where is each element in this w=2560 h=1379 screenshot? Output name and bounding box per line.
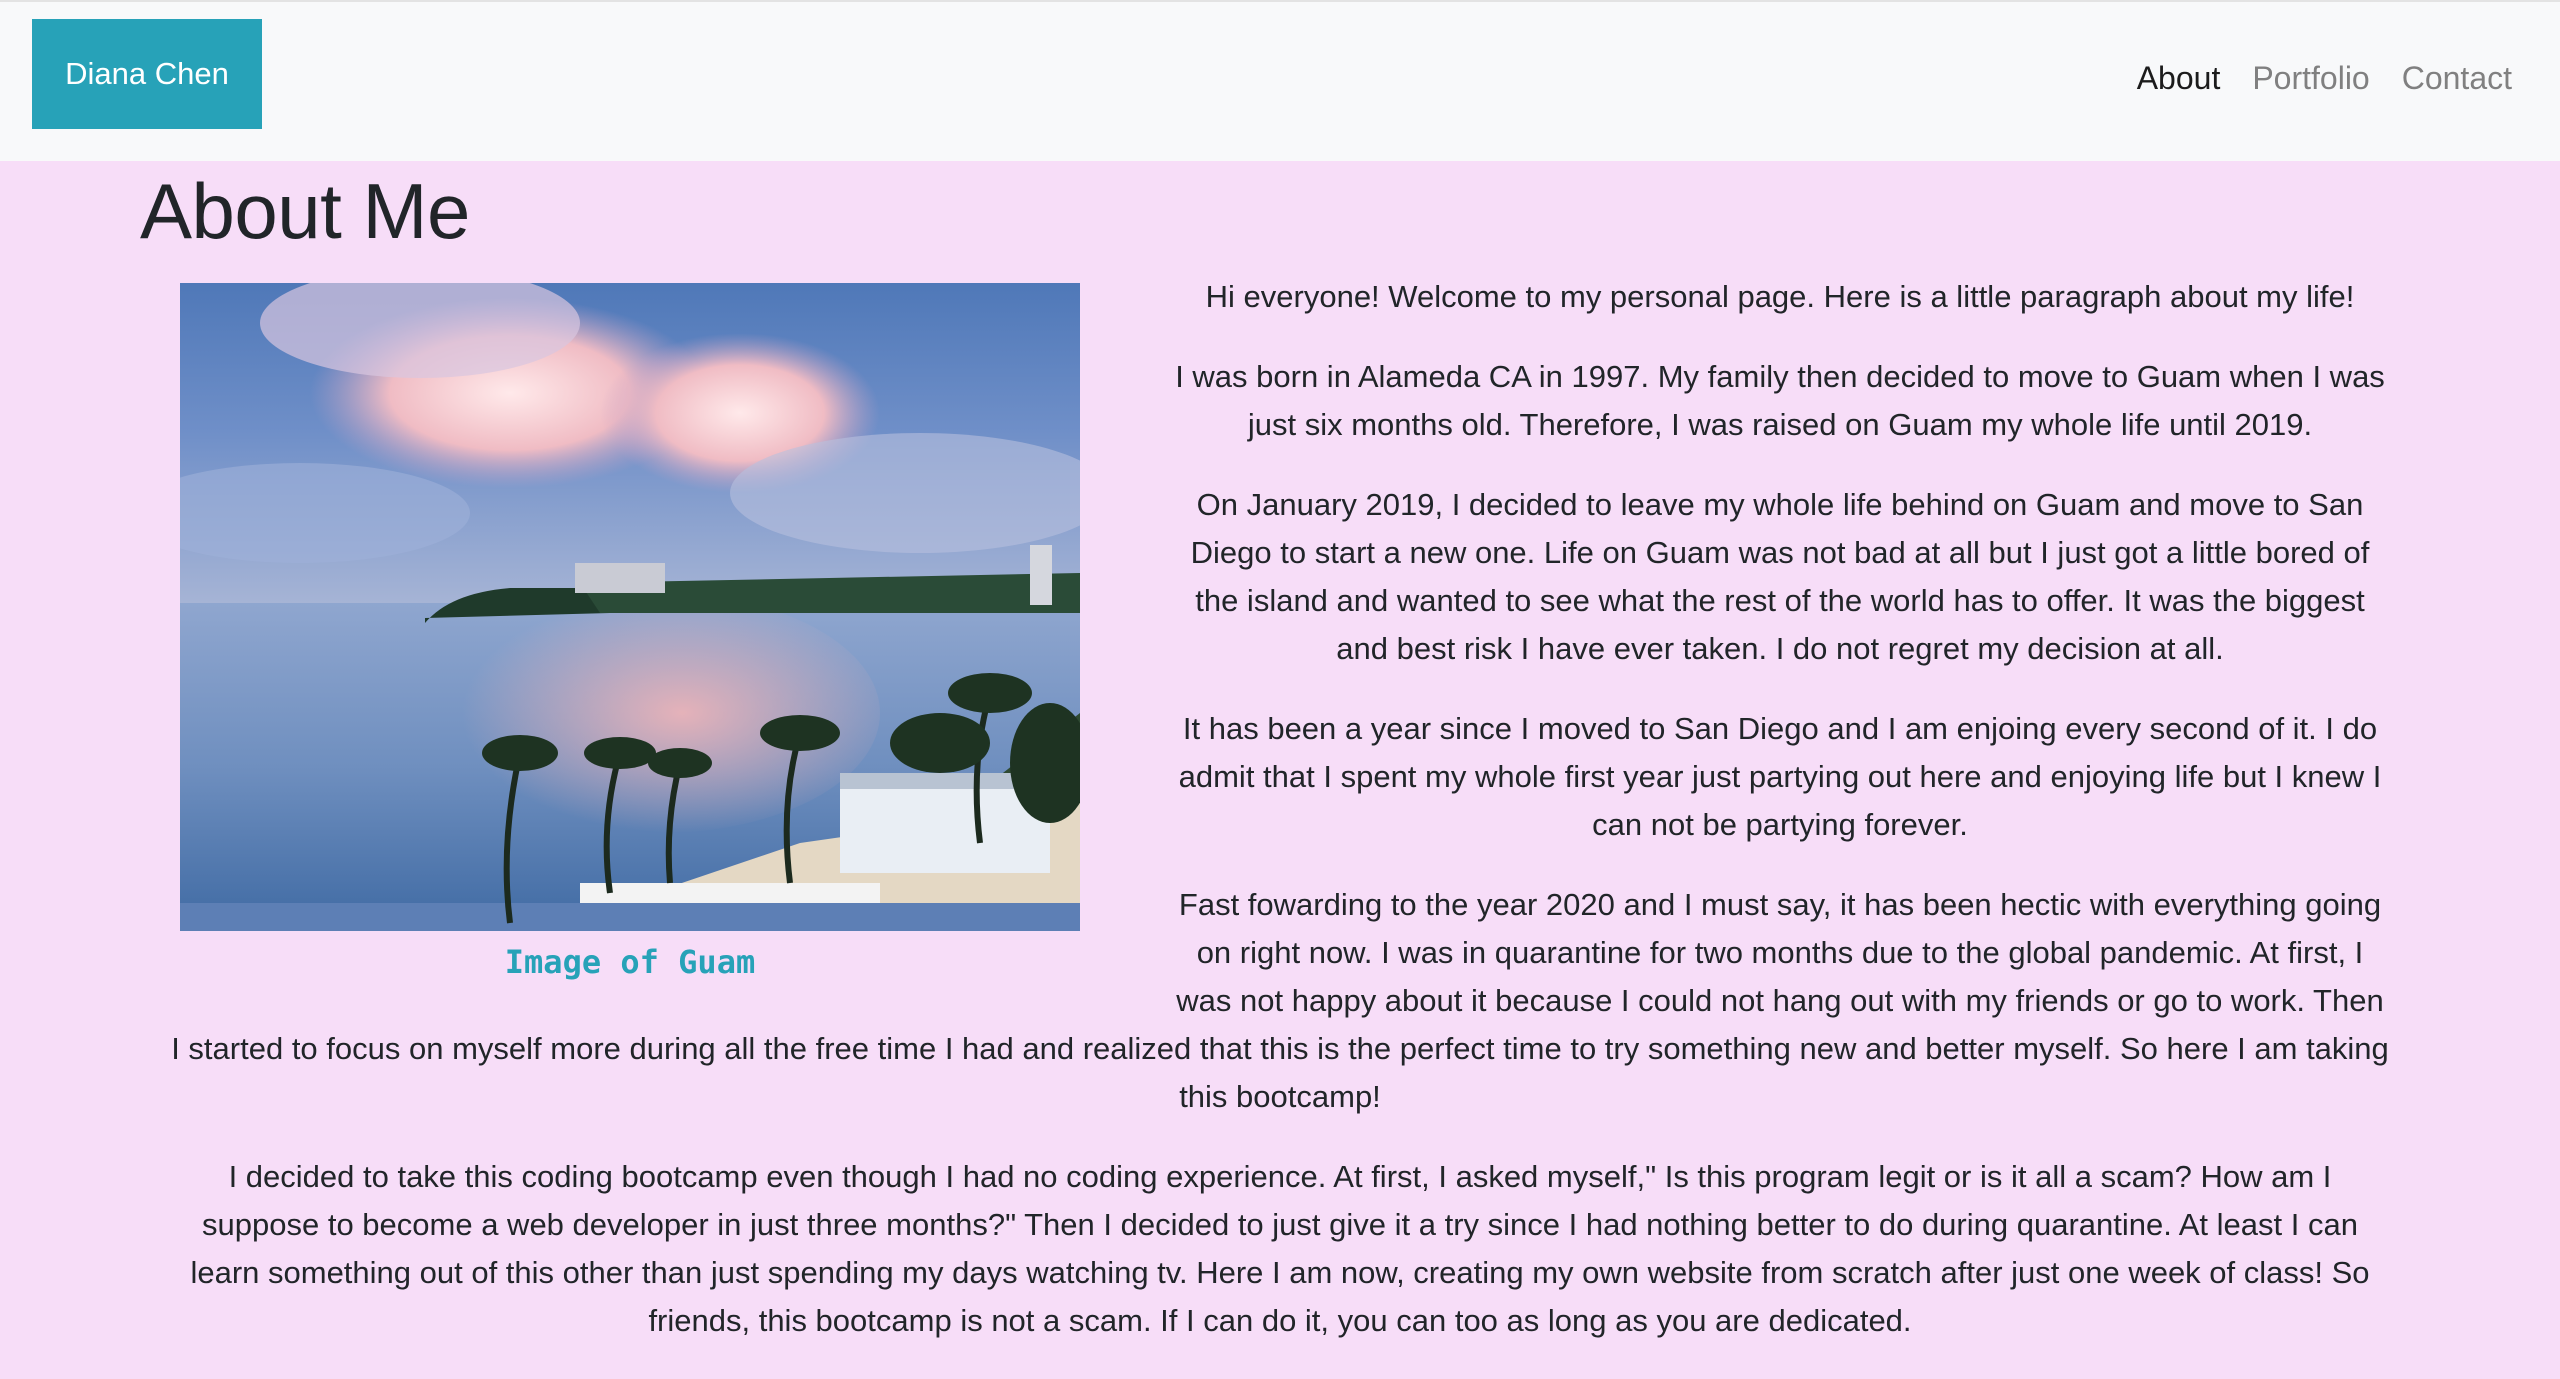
navbar: Diana Chen About Portfolio Contact xyxy=(0,0,2560,161)
guam-photo xyxy=(180,283,1080,931)
paragraph-bootcamp: I decided to take this coding bootcamp e… xyxy=(190,1159,2370,1338)
image-caption: Image of Guam xyxy=(504,943,756,981)
main-content: About Me Hi everyone! Welcome to my pers… xyxy=(0,161,2560,1379)
nav-link-about[interactable]: About xyxy=(2137,60,2221,97)
nav-link-portfolio[interactable]: Portfolio xyxy=(2252,60,2369,97)
guam-figure: Image of Guam xyxy=(180,283,1080,981)
nav-link-contact[interactable]: Contact xyxy=(2402,60,2512,97)
brand-button[interactable]: Diana Chen xyxy=(32,19,262,129)
nav-links: About Portfolio Contact xyxy=(2137,60,2512,97)
page-title: About Me xyxy=(140,167,470,255)
